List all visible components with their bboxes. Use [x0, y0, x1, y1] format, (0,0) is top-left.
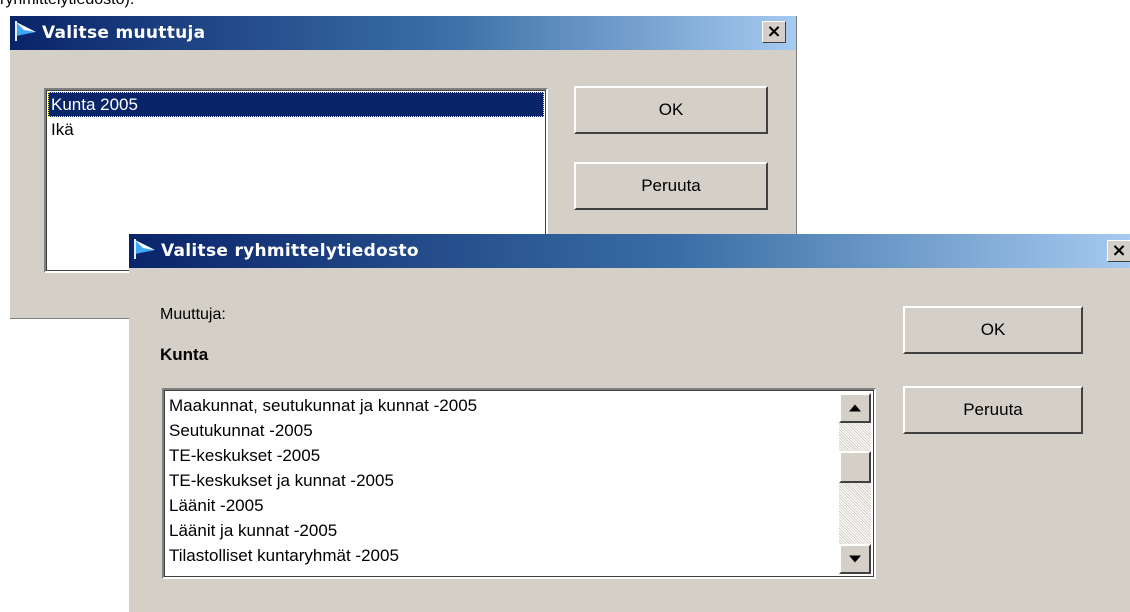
- select-grouping-file-dialog: Valitse ryhmittelytiedosto × Muuttuja: K…: [129, 234, 1130, 612]
- list-item[interactable]: Seutukunnat -2005: [166, 418, 838, 443]
- close-button[interactable]: ×: [762, 21, 786, 43]
- ok-button[interactable]: OK: [903, 306, 1083, 354]
- window-flag-icon: [134, 239, 155, 259]
- scroll-up-arrow-icon: [849, 404, 861, 412]
- list-item[interactable]: Läänit ja kunnat -2005: [166, 518, 838, 543]
- ok-button[interactable]: OK: [574, 86, 768, 134]
- scroll-up-button[interactable]: [839, 393, 871, 423]
- scroll-thumb[interactable]: [839, 451, 871, 483]
- list-item[interactable]: Kunta 2005: [48, 92, 544, 117]
- list-item[interactable]: Maakunnat, seutukunnat ja kunnat -2005: [166, 393, 838, 418]
- list-item[interactable]: Läänit -2005: [166, 493, 838, 518]
- scroll-down-arrow-icon: [849, 555, 861, 563]
- list-item[interactable]: Tilastolliset kuntaryhmät -2005: [166, 543, 838, 568]
- cancel-button[interactable]: Peruuta: [903, 386, 1083, 434]
- list-item[interactable]: TE-keskukset -2005: [166, 443, 838, 468]
- dialog-titlebar[interactable]: Valitse ryhmittelytiedosto ×: [129, 234, 1130, 268]
- close-button[interactable]: ×: [1107, 240, 1130, 262]
- dialog-titlebar[interactable]: Valitse muuttuja ×: [10, 16, 796, 50]
- cancel-button[interactable]: Peruuta: [574, 162, 768, 210]
- list-item[interactable]: Ikä: [48, 117, 544, 142]
- variable-value: Kunta: [160, 345, 209, 364]
- variable-label: Muuttuja:: [160, 306, 226, 323]
- scroll-down-button[interactable]: [839, 544, 871, 574]
- grouping-file-listbox[interactable]: Maakunnat, seutukunnat ja kunnat -2005 S…: [162, 388, 876, 579]
- list-item[interactable]: TE-keskukset ja kunnat -2005: [166, 468, 838, 493]
- background-caption: ryhmittelytiedosto).: [0, 0, 134, 9]
- dialog-title: Valitse ryhmittelytiedosto: [161, 241, 419, 261]
- vertical-scrollbar[interactable]: [839, 393, 871, 574]
- window-flag-icon: [15, 21, 36, 41]
- dialog-title: Valitse muuttuja: [42, 23, 206, 43]
